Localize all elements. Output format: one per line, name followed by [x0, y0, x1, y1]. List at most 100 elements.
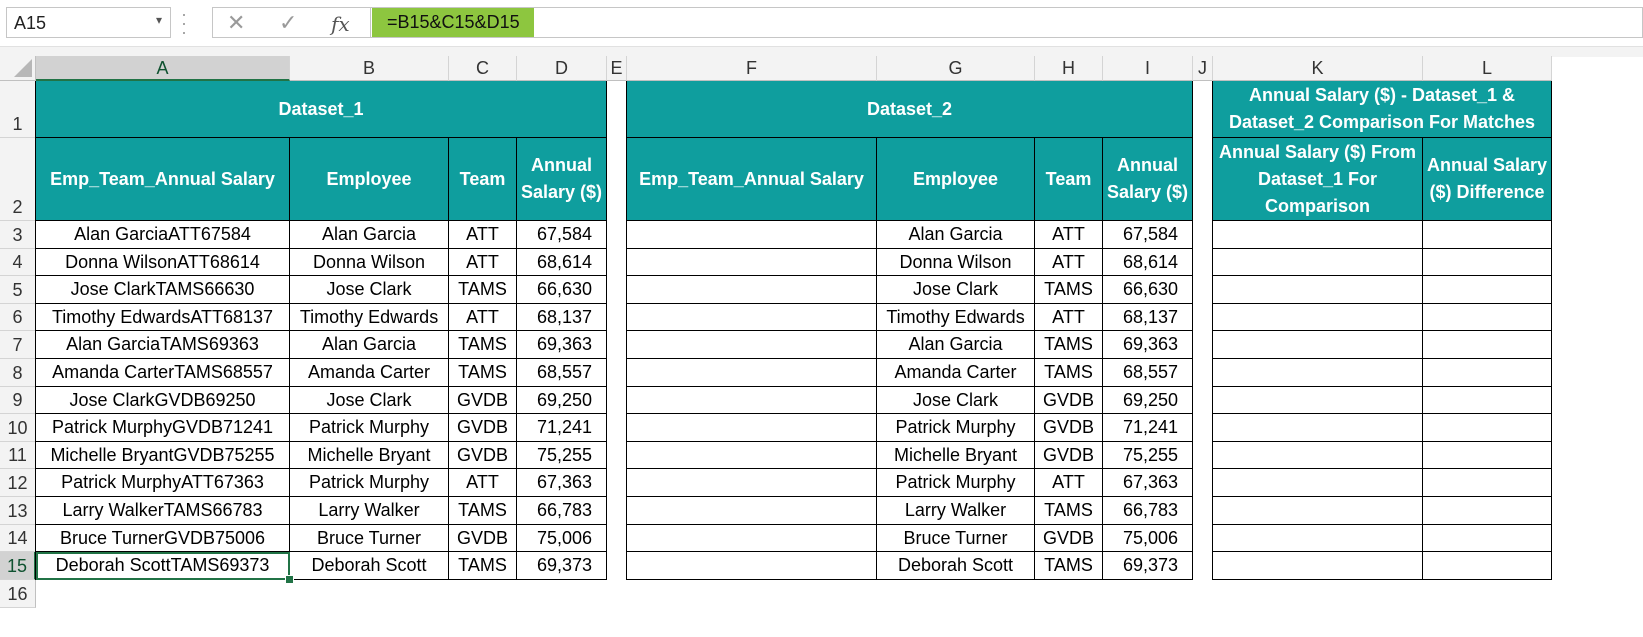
comparison-cell[interactable] [1213, 414, 1423, 442]
dataset2-cell[interactable]: Larry Walker [877, 497, 1035, 525]
comparison-cell[interactable] [1423, 221, 1552, 249]
dataset2-cell[interactable]: TAMS [1035, 276, 1103, 304]
comparison-cell[interactable] [1213, 497, 1423, 525]
enter-icon[interactable]: ✓ [279, 10, 297, 36]
column-header-i[interactable]: I [1103, 56, 1193, 81]
dataset2-cell[interactable]: TAMS [1035, 331, 1103, 359]
dataset1-cell[interactable]: TAMS [449, 331, 517, 359]
dataset1-cell[interactable]: GVDB [449, 525, 517, 552]
insert-function-icon[interactable]: fx [331, 12, 350, 36]
dataset1-cell[interactable]: Jose ClarkTAMS66630 [36, 276, 290, 304]
dataset2-cell[interactable]: GVDB [1035, 442, 1103, 469]
dataset1-cell[interactable]: 66,783 [517, 497, 607, 525]
column-header-a[interactable]: A [36, 56, 290, 81]
dataset1-cell[interactable]: ATT [449, 249, 517, 276]
row-header-8[interactable]: 8 [0, 359, 36, 387]
dataset1-cell[interactable]: GVDB [449, 387, 517, 414]
dataset1-cell[interactable]: GVDB [449, 442, 517, 469]
comparison-cell[interactable] [1423, 469, 1552, 497]
dataset1-cell[interactable]: Amanda CarterTAMS68557 [36, 359, 290, 387]
comparison-cell[interactable] [1213, 387, 1423, 414]
comparison-cell[interactable] [1423, 249, 1552, 276]
formula-input[interactable]: =B15&C15&D15 [370, 7, 1643, 38]
comparison-cell[interactable] [1213, 359, 1423, 387]
dataset2-cell[interactable]: 67,584 [1103, 221, 1193, 249]
name-box[interactable]: A15 ▾ [6, 7, 171, 38]
row-header-5[interactable]: 5 [0, 276, 36, 304]
row-header-3[interactable]: 3 [0, 221, 36, 249]
dataset2-cell[interactable]: Alan Garcia [877, 331, 1035, 359]
comparison-cell[interactable] [1213, 276, 1423, 304]
column-header-l[interactable]: L [1423, 56, 1552, 81]
dataset1-cell[interactable]: Larry WalkerTAMS66783 [36, 497, 290, 525]
dataset2-cell[interactable] [627, 359, 877, 387]
dataset2-cell[interactable]: 69,363 [1103, 331, 1193, 359]
active-cell-a15[interactable]: Deborah ScottTAMS69373 [36, 552, 290, 580]
select-all-corner[interactable] [0, 56, 36, 81]
dataset2-cell[interactable]: 68,614 [1103, 249, 1193, 276]
comparison-cell[interactable] [1213, 331, 1423, 359]
dataset2-cell[interactable]: Jose Clark [877, 387, 1035, 414]
dataset1-cell[interactable]: Bruce Turner [290, 525, 449, 552]
dataset1-cell[interactable]: Patrick MurphyATT67363 [36, 469, 290, 497]
comparison-cell[interactable] [1423, 387, 1552, 414]
dataset2-cell[interactable] [627, 497, 877, 525]
dataset1-cell[interactable]: Patrick Murphy [290, 414, 449, 442]
dataset1-cell[interactable]: Donna WilsonATT68614 [36, 249, 290, 276]
dataset2-cell[interactable] [627, 249, 877, 276]
column-header-d[interactable]: D [517, 56, 607, 81]
comparison-cell[interactable] [1423, 525, 1552, 552]
dataset2-cell[interactable]: 71,241 [1103, 414, 1193, 442]
dataset1-cell[interactable]: Alan Garcia [290, 221, 449, 249]
dataset2-cell[interactable]: Michelle Bryant [877, 442, 1035, 469]
row-header-13[interactable]: 13 [0, 497, 36, 525]
dataset2-cell[interactable] [627, 469, 877, 497]
dataset1-cell[interactable]: Patrick MurphyGVDB71241 [36, 414, 290, 442]
dataset2-cell[interactable]: GVDB [1035, 525, 1103, 552]
dataset1-cell[interactable]: Larry Walker [290, 497, 449, 525]
row-header-2[interactable]: 2 [0, 138, 36, 221]
column-header-e[interactable]: E [607, 56, 627, 81]
dataset2-cell[interactable]: Timothy Edwards [877, 304, 1035, 331]
row-header-11[interactable]: 11 [0, 442, 36, 469]
dataset2-cell[interactable]: Jose Clark [877, 276, 1035, 304]
dataset2-cell[interactable]: ATT [1035, 249, 1103, 276]
dataset2-cell[interactable]: Deborah Scott [877, 552, 1035, 580]
comparison-cell[interactable] [1213, 304, 1423, 331]
dataset2-cell[interactable]: 75,255 [1103, 442, 1193, 469]
row-header-1[interactable]: 1 [0, 81, 36, 138]
dataset1-cell[interactable]: GVDB [449, 414, 517, 442]
comparison-cell[interactable] [1213, 442, 1423, 469]
row-header-16[interactable]: 16 [0, 580, 36, 608]
row-header-4[interactable]: 4 [0, 249, 36, 276]
row-header-15[interactable]: 15 [0, 552, 36, 580]
row-header-9[interactable]: 9 [0, 387, 36, 414]
dataset2-cell[interactable] [627, 331, 877, 359]
dataset2-cell[interactable]: TAMS [1035, 552, 1103, 580]
dataset2-cell[interactable]: TAMS [1035, 359, 1103, 387]
dataset2-cell[interactable] [627, 552, 877, 580]
dataset2-cell[interactable]: 66,630 [1103, 276, 1193, 304]
dataset2-cell[interactable]: 69,373 [1103, 552, 1193, 580]
dataset2-cell[interactable]: ATT [1035, 221, 1103, 249]
comparison-cell[interactable] [1423, 359, 1552, 387]
dataset2-cell[interactable] [627, 387, 877, 414]
dataset1-cell[interactable]: Alan GarciaTAMS69363 [36, 331, 290, 359]
dataset1-cell[interactable]: ATT [449, 304, 517, 331]
dataset2-cell[interactable] [627, 221, 877, 249]
column-header-j[interactable]: J [1193, 56, 1213, 81]
dataset1-cell[interactable]: Jose Clark [290, 276, 449, 304]
dataset2-cell[interactable]: 67,363 [1103, 469, 1193, 497]
comparison-cell[interactable] [1213, 469, 1423, 497]
cancel-icon[interactable]: ✕ [227, 10, 245, 36]
dataset2-cell[interactable]: 66,783 [1103, 497, 1193, 525]
dataset1-cell[interactable]: TAMS [449, 497, 517, 525]
dataset1-cell[interactable]: 66,630 [517, 276, 607, 304]
dataset1-cell[interactable]: TAMS [449, 359, 517, 387]
comparison-cell[interactable] [1213, 525, 1423, 552]
dataset2-cell[interactable]: 68,557 [1103, 359, 1193, 387]
dataset1-cell[interactable]: Jose ClarkGVDB69250 [36, 387, 290, 414]
dataset2-cell[interactable]: Amanda Carter [877, 359, 1035, 387]
row-header-14[interactable]: 14 [0, 525, 36, 552]
dataset2-cell[interactable]: Bruce Turner [877, 525, 1035, 552]
